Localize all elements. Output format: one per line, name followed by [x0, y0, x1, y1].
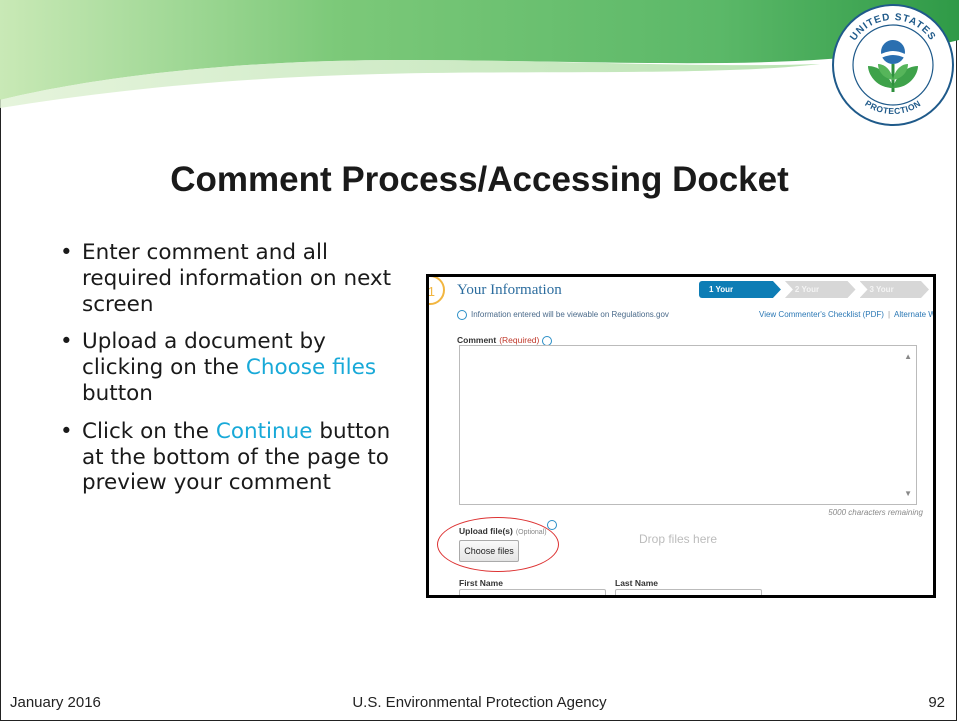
info-note: Information entered will be viewable on … — [457, 310, 669, 320]
highlight-choose-files: Choose files — [245, 355, 377, 381]
info-note-text: Information entered will be viewable on … — [471, 310, 669, 320]
bullet-text: Click on the — [82, 418, 216, 444]
step-label: Your Receipt — [869, 285, 899, 311]
info-icon — [457, 310, 467, 320]
highlight-ellipse — [437, 517, 559, 572]
link-alternate-ways[interactable]: Alternate Ways to Comment — [894, 310, 933, 319]
bullet-item: Enter comment and all required informati… — [60, 240, 410, 317]
progress-steps: 1 Your Information 2 Your Preview 3 Your… — [699, 281, 933, 298]
bullet-item: Click on the Continue button at the bott… — [60, 419, 410, 496]
page-number: 92 — [928, 694, 945, 711]
last-name-field[interactable] — [615, 589, 762, 595]
footer-org: U.S. Environmental Protection Agency — [352, 694, 607, 711]
step-number: 2 — [794, 285, 800, 294]
step-your-information: 1 Your Information — [699, 281, 781, 298]
step-your-preview: 2 Your Preview — [785, 281, 856, 298]
first-name-field[interactable] — [459, 589, 606, 595]
epa-seal-icon: UNITED STATES PROTECTION — [832, 4, 954, 126]
scroll-up-icon[interactable]: ▲ — [904, 352, 912, 361]
comment-label-text: Comment — [457, 335, 497, 345]
link-separator: | — [887, 310, 891, 319]
last-name-label: Last Name — [615, 578, 658, 588]
first-name-label: First Name — [459, 578, 503, 588]
step-your-receipt: 3 Your Receipt — [860, 281, 929, 298]
bullet-list: Enter comment and all required informati… — [60, 240, 410, 508]
step-number-badge: 1 — [429, 277, 445, 305]
step-number: 1 — [709, 285, 714, 294]
help-links: View Commenter's Checklist (PDF) | Alterna… — [759, 310, 933, 319]
form-title: Your Information — [457, 282, 562, 298]
bullet-text: button — [82, 380, 153, 406]
header-wave — [0, 0, 959, 108]
embedded-screenshot: 1 Your Information 1 Your Information 2 … — [426, 274, 936, 598]
bullet-text: Enter comment and all required informati… — [82, 240, 392, 317]
scroll-down-icon[interactable]: ▼ — [904, 489, 912, 498]
footer-date: January 2016 — [10, 694, 101, 711]
step-label: Your Information — [709, 285, 753, 311]
link-commenters-checklist[interactable]: View Commenter's Checklist (PDF) — [759, 310, 884, 319]
highlight-continue: Continue — [215, 418, 313, 444]
comment-textarea[interactable]: ▲ ▼ — [459, 345, 917, 505]
characters-remaining: 5000 characters remaining — [828, 508, 923, 517]
required-tag: (Required) — [499, 335, 540, 345]
drop-files-zone[interactable]: Drop files here — [639, 532, 717, 546]
slide-title: Comment Process/Accessing Docket — [170, 160, 789, 199]
step-label: Your Preview — [794, 285, 826, 311]
step-number: 3 — [869, 285, 874, 294]
bullet-item: Upload a document by clicking on the Cho… — [60, 329, 410, 406]
